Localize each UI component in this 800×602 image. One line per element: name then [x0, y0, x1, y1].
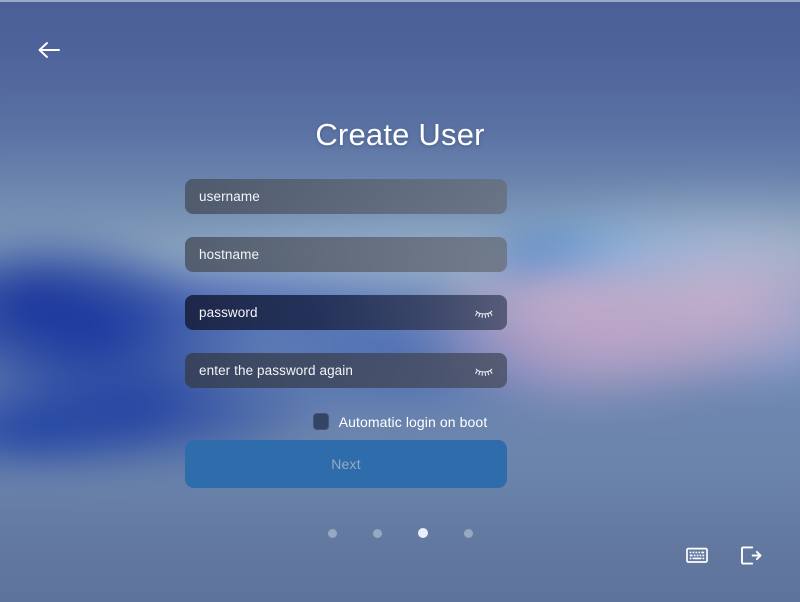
username-input[interactable]: username: [185, 179, 507, 214]
page-dot-3[interactable]: [417, 528, 428, 538]
on-screen-keyboard-button[interactable]: [684, 542, 710, 568]
exit-icon: [740, 545, 762, 566]
next-button-label: Next: [331, 456, 361, 472]
arrow-left-icon: [35, 39, 63, 61]
eye-closed-icon: [474, 306, 494, 320]
hostname-placeholder: hostname: [199, 247, 260, 262]
page-dot-2[interactable]: [372, 528, 382, 538]
password-placeholder: password: [199, 305, 258, 320]
hostname-input[interactable]: hostname: [185, 237, 507, 272]
password-confirm-input[interactable]: enter the password again: [185, 353, 507, 388]
password-confirm-reveal-toggle[interactable]: [473, 362, 495, 380]
auto-login-label: Automatic login on boot: [338, 413, 488, 430]
keyboard-icon: [686, 547, 708, 564]
page-title: Create User: [315, 117, 485, 152]
next-button[interactable]: Next: [185, 440, 507, 488]
password-reveal-toggle[interactable]: [473, 304, 495, 322]
auto-login-checkbox[interactable]: [312, 413, 329, 430]
installer-screen: Create User username hostname password e…: [0, 0, 800, 602]
screen-content: Create User username hostname password e…: [0, 0, 800, 602]
page-indicator: [0, 528, 800, 538]
auto-login-row: Automatic login on boot: [0, 413, 800, 430]
page-dot-4[interactable]: [463, 528, 473, 538]
username-placeholder: username: [199, 189, 260, 204]
quit-button[interactable]: [738, 542, 764, 568]
bottom-tray: [684, 542, 764, 568]
create-user-form: username hostname password enter the pas…: [185, 179, 507, 411]
page-dot-1[interactable]: [327, 528, 337, 538]
password-input[interactable]: password: [185, 295, 507, 330]
password-confirm-placeholder: enter the password again: [199, 363, 353, 378]
back-button[interactable]: [30, 32, 68, 68]
eye-closed-icon: [474, 364, 494, 378]
